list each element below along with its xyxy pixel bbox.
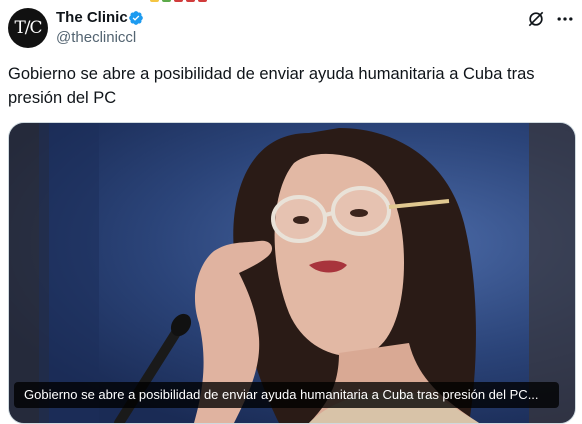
author-handle[interactable]: @theclinicc​l <box>56 29 136 46</box>
more-options-button[interactable] <box>553 6 577 32</box>
emoji-row <box>150 0 207 2</box>
grok-icon <box>528 11 544 27</box>
tweet-media-image[interactable] <box>8 122 576 424</box>
author-name[interactable]: The Clinic <box>56 9 128 26</box>
cropped-top-strip <box>0 0 582 6</box>
photo-illustration <box>9 123 575 423</box>
media-caption: Gobierno se abre a posibilidad de enviar… <box>14 382 559 408</box>
more-options-icon <box>557 17 573 21</box>
avatar[interactable]: T/C <box>8 8 48 48</box>
verified-badge-icon <box>129 11 143 25</box>
grok-button[interactable] <box>523 6 549 32</box>
tweet-text: Gobierno se abre a posibilidad de enviar… <box>8 65 535 107</box>
